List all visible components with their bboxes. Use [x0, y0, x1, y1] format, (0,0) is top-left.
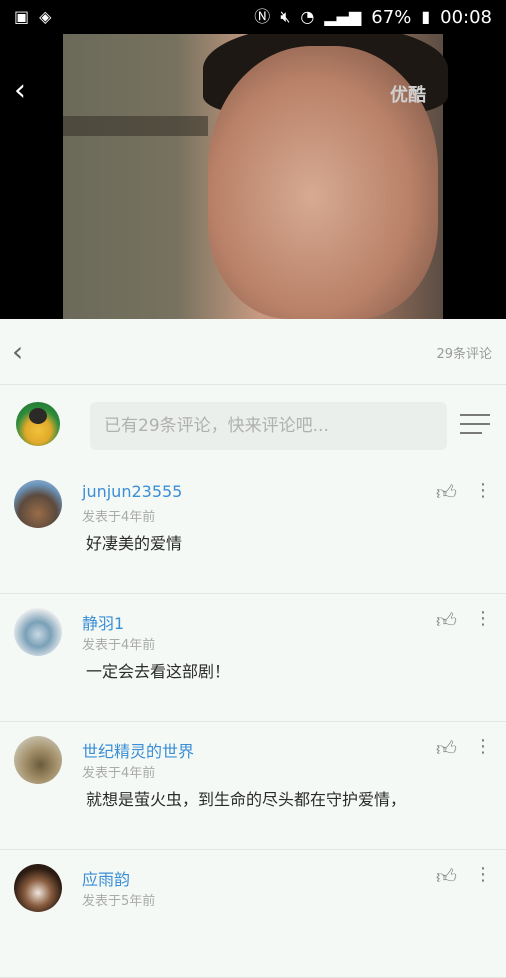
wifi-icon: ◔: [300, 7, 315, 26]
thumbs-up-icon[interactable]: 👍︎: [436, 736, 460, 760]
comment-input[interactable]: [90, 402, 447, 450]
nfc-icon: Ⓝ: [254, 7, 271, 26]
more-vertical-icon[interactable]: ⋮: [474, 864, 492, 888]
comment-time: 发表于4年前: [82, 510, 156, 525]
battery-icon: ▮: [421, 7, 431, 26]
comments-back-button[interactable]: ‹: [12, 335, 42, 369]
avatar[interactable]: [14, 864, 62, 912]
video-frame: [63, 34, 448, 319]
comment-text: 一定会去看这部剧！: [86, 662, 231, 681]
avatar[interactable]: [14, 736, 62, 784]
shield-notification-icon: ◈: [39, 7, 52, 26]
battery-percent: 67%: [371, 6, 412, 28]
status-left: ▣ ◈: [14, 9, 51, 25]
more-vertical-icon[interactable]: ⋮: [474, 608, 492, 632]
avatar[interactable]: [14, 608, 62, 656]
comments-toolbar: ‹ 29条评论: [0, 319, 506, 385]
comment-time: 发表于4年前: [82, 766, 156, 781]
comment-text: 就想是萤火虫，到生命的尽头都在守护爱情，: [86, 790, 407, 809]
video-watermark: 优酷: [390, 85, 426, 106]
comment-item: 世纪精灵的世界 发表于4年前 就想是萤火虫，到生命的尽头都在守护爱情， 👍︎ ⋮: [0, 722, 506, 850]
more-vertical-icon[interactable]: ⋮: [474, 480, 492, 504]
comment-author[interactable]: 世纪精灵的世界: [82, 738, 194, 762]
sort-menu-icon[interactable]: [460, 414, 490, 436]
more-vertical-icon[interactable]: ⋮: [474, 736, 492, 760]
avatar[interactable]: [14, 480, 62, 528]
current-user-avatar: [16, 402, 60, 446]
thumbs-up-icon[interactable]: 👍︎: [436, 608, 460, 632]
status-bar: ▣ ◈ Ⓝ 🔇︎ ◔ ▂▄▆ 67% ▮ 00:08: [0, 0, 506, 34]
chevron-left-icon: ‹: [14, 73, 26, 108]
thumbs-up-icon[interactable]: 👍︎: [436, 864, 460, 888]
comment-item: junjun23555 发表于4年前 好凄美的爱情 👍︎ ⋮: [0, 466, 506, 594]
chevron-left-icon: ‹: [12, 335, 24, 368]
mute-icon: 🔇︎: [280, 7, 291, 26]
gallery-notification-icon: ▣: [14, 7, 30, 26]
comment-author[interactable]: 静羽1: [82, 610, 124, 634]
signal-icon: ▂▄▆: [324, 7, 362, 26]
compose-area: [0, 386, 506, 466]
comment-count: 29条评论: [436, 347, 492, 362]
video-back-button[interactable]: ‹: [14, 74, 48, 108]
comment-item: 静羽1 发表于4年前 一定会去看这部剧！ 👍︎ ⋮: [0, 594, 506, 722]
comment-list: junjun23555 发表于4年前 好凄美的爱情 👍︎ ⋮ 静羽1 发表于4年…: [0, 466, 506, 978]
clock: 00:08: [440, 6, 492, 28]
video-player[interactable]: ‹ 优酷: [0, 34, 506, 319]
comment-author[interactable]: junjun23555: [82, 482, 182, 501]
comment-author[interactable]: 应雨韵: [82, 866, 130, 890]
comment-text: 好凄美的爱情: [86, 534, 183, 553]
status-right: Ⓝ 🔇︎ ◔ ▂▄▆ 67% ▮ 00:08: [254, 7, 492, 28]
comment-time: 发表于4年前: [82, 638, 156, 653]
comment-item: 应雨韵 发表于5年前 👍︎ ⋮: [0, 850, 506, 978]
thumbs-up-icon[interactable]: 👍︎: [436, 480, 460, 504]
